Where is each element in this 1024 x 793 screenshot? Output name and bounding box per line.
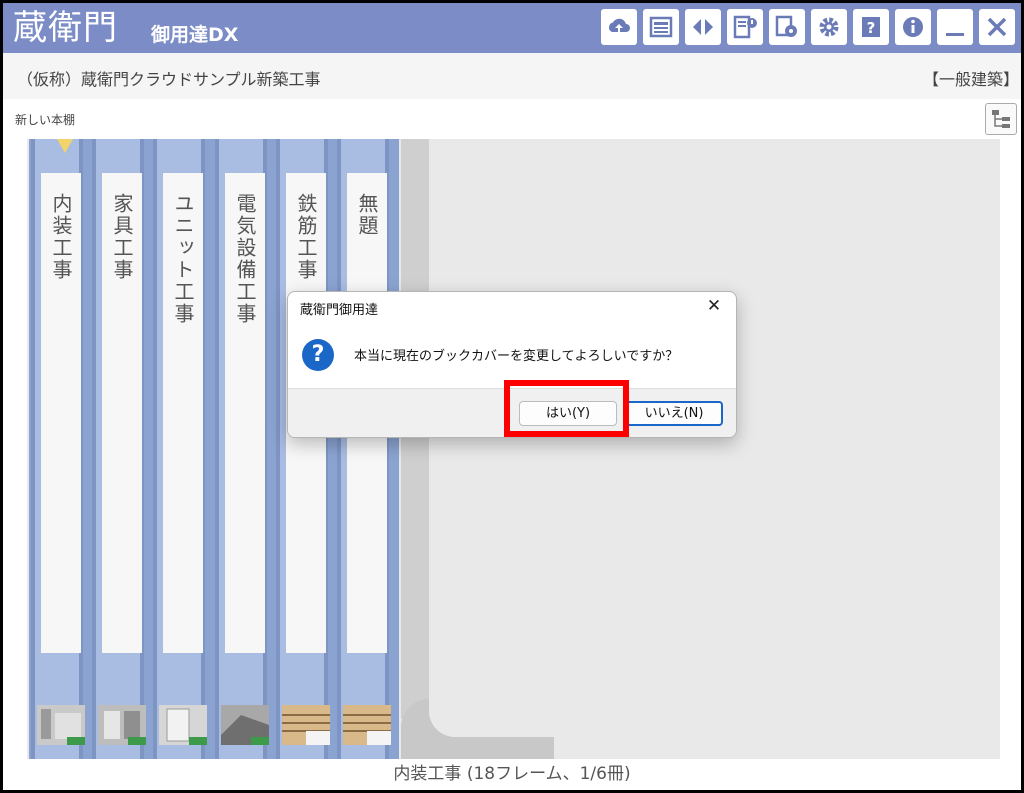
close-button[interactable] bbox=[979, 9, 1015, 45]
app-subtitle: 御用達DX bbox=[151, 24, 239, 46]
toolbar: ? bbox=[601, 9, 1015, 45]
no-button[interactable]: いいえ(N) bbox=[625, 401, 723, 426]
highlight-box bbox=[504, 380, 629, 437]
shelf-header: 新しい本棚 bbox=[3, 99, 1021, 139]
help-button[interactable]: ? bbox=[853, 9, 889, 45]
gear-icon bbox=[819, 17, 839, 37]
minimize-button[interactable] bbox=[937, 9, 973, 45]
book-thumbnail bbox=[343, 705, 391, 745]
album-info-button[interactable] bbox=[727, 9, 763, 45]
info-button[interactable] bbox=[895, 9, 931, 45]
book-untitled[interactable]: 無題 bbox=[337, 139, 391, 759]
project-type: 【一般建築】 bbox=[922, 70, 1019, 89]
question-icon: ? bbox=[302, 339, 334, 371]
board-icon bbox=[649, 16, 673, 38]
book-thumbnail bbox=[282, 705, 330, 745]
disc-settings-button[interactable] bbox=[769, 9, 805, 45]
dialog-title: 蔵衛門御用達 bbox=[300, 303, 379, 318]
book-furniture[interactable]: 家具工事 bbox=[92, 139, 146, 759]
title-bar: 蔵衛門 御用達DX ? bbox=[3, 3, 1021, 53]
tree-view-button[interactable] bbox=[985, 103, 1017, 135]
bookshelf-area: 内装工事 家具工事 ユニット工事 電気設備工事 鉄筋工事 無題 bbox=[27, 139, 1000, 759]
split-icon bbox=[693, 19, 713, 35]
project-title: （仮称）蔵衛門クラウドサンプル新築工事 bbox=[17, 70, 321, 89]
dialog-message: 本当に現在のブックカバーを変更してよろしいですか？ bbox=[354, 349, 679, 364]
shelf-label: 新しい本棚 bbox=[15, 113, 76, 127]
book-thumbnail bbox=[159, 705, 207, 745]
cloud-upload-button[interactable] bbox=[601, 9, 637, 45]
settings-button[interactable] bbox=[811, 9, 847, 45]
info-icon bbox=[903, 17, 923, 37]
disc-settings-icon bbox=[775, 15, 797, 37]
help-icon: ? bbox=[862, 17, 880, 37]
book-thumbnail bbox=[37, 705, 85, 745]
book-rebar[interactable]: 鉄筋工事 bbox=[276, 139, 330, 759]
close-icon bbox=[987, 17, 1007, 37]
selected-marker-icon bbox=[57, 139, 73, 153]
app-logo: 蔵衛門 bbox=[13, 8, 118, 48]
tree-icon bbox=[992, 110, 1010, 128]
book-interior[interactable]: 内装工事 bbox=[31, 139, 85, 759]
book-thumbnail bbox=[221, 705, 269, 745]
book-thumbnail bbox=[98, 705, 146, 745]
book-spine: 内装工事 bbox=[41, 173, 81, 653]
close-icon: ✕ bbox=[706, 296, 722, 316]
album-info-icon bbox=[733, 15, 757, 39]
project-header: （仮称）蔵衛門クラウドサンプル新築工事 【一般建築】 bbox=[3, 53, 1021, 99]
book-electrical[interactable]: 電気設備工事 bbox=[215, 139, 269, 759]
status-bar: 内装工事 (18フレーム、1/6冊) bbox=[3, 759, 1021, 790]
board-button[interactable] bbox=[643, 9, 679, 45]
book-spine: 電気設備工事 bbox=[225, 173, 265, 653]
book-unit[interactable]: ユニット工事 bbox=[153, 139, 207, 759]
svg-text:?: ? bbox=[867, 19, 876, 37]
minimize-icon bbox=[946, 33, 964, 36]
book-spine: ユニット工事 bbox=[163, 173, 203, 653]
dialog-close-button[interactable]: ✕ bbox=[704, 296, 724, 316]
split-button[interactable] bbox=[685, 9, 721, 45]
cloud-upload-icon bbox=[608, 18, 630, 33]
book-spine: 家具工事 bbox=[102, 173, 142, 653]
